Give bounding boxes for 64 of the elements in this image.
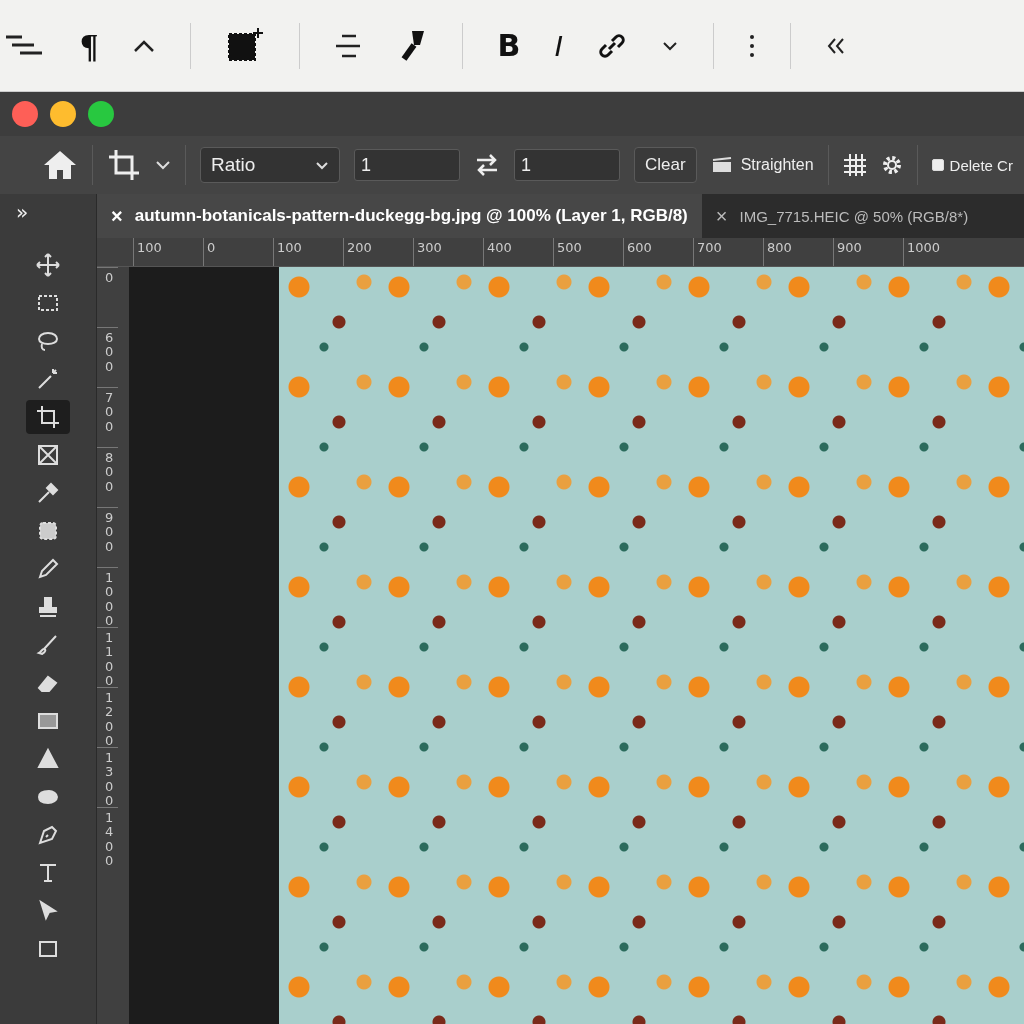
ruler-label: 800	[97, 447, 118, 507]
ruler-label: 1000	[903, 238, 973, 266]
ruler-label: 800	[763, 238, 833, 266]
ruler-label: 500	[553, 238, 623, 266]
more-icon[interactable]	[747, 32, 756, 59]
ruler-label: 1100	[97, 627, 118, 687]
brush-icon	[36, 633, 60, 657]
level-icon	[710, 156, 733, 174]
wand-icon	[36, 367, 60, 391]
bold-button[interactable]: B	[497, 30, 521, 61]
document-tab[interactable]: × autumn-botanicals-pattern-duckegg-bg.jpg @ 100% (Layer 1, RGB/8)	[97, 194, 702, 238]
ruler-label: 600	[623, 238, 693, 266]
height-field[interactable]: 1	[514, 149, 620, 181]
pencil-icon	[36, 557, 60, 581]
ruler-label: 900	[97, 507, 118, 567]
ruler-label: 1200	[97, 687, 118, 747]
ruler-label: 900	[833, 238, 903, 266]
frame-icon	[36, 443, 60, 467]
crop-icon	[36, 405, 60, 429]
swap-icon[interactable]	[474, 153, 500, 177]
eyedropper-icon	[36, 481, 60, 505]
crop-tool-button[interactable]	[26, 400, 70, 434]
ruler-label: 200	[343, 238, 413, 266]
delete-cropped-checkbox[interactable]: Delete Cr	[931, 156, 1017, 174]
triangle-icon	[36, 747, 60, 771]
chevron-down-icon	[315, 160, 329, 170]
close-window-button[interactable]	[12, 101, 38, 127]
ruler-label: 0	[203, 238, 273, 266]
minimize-window-button[interactable]	[50, 101, 76, 127]
tab-title: IMG_7715.HEIC @ 50% (RGB/8*)	[739, 207, 969, 225]
close-tab-button[interactable]: ×	[715, 204, 728, 228]
patch-icon	[36, 519, 60, 543]
ruler-label: 700	[97, 387, 118, 447]
tab-title: autumn-botanicals-pattern-duckegg-bg.jpg @ 100% (Layer 1, RGB/8)	[134, 206, 688, 226]
close-tab-button[interactable]: ×	[111, 204, 123, 228]
ruler-label: 300	[413, 238, 483, 266]
ruler-label: 100	[273, 238, 343, 266]
ruler-label: 100	[133, 238, 203, 266]
width-field[interactable]: 1	[354, 149, 460, 181]
paragraph-button[interactable]: ¶	[80, 28, 99, 63]
ruler-label: 1000	[97, 567, 118, 627]
move-icon	[36, 253, 60, 277]
crop-icon[interactable]	[107, 148, 141, 182]
chevron-down-icon[interactable]	[660, 39, 679, 52]
ruler-label: 600	[97, 327, 118, 387]
pointer-icon	[36, 899, 60, 923]
ruler-label: 0	[97, 267, 118, 327]
ruler-label: 400	[483, 238, 553, 266]
ruler-label: 1400	[97, 807, 118, 867]
italic-button[interactable]: I	[554, 30, 563, 61]
lasso-icon	[36, 329, 60, 353]
grid-icon[interactable]	[842, 153, 867, 177]
chevron-down-icon[interactable]	[155, 160, 171, 170]
home-icon[interactable]	[42, 149, 78, 181]
ratio-dropdown[interactable]: Ratio	[200, 147, 340, 183]
clear-button[interactable]: Clear	[634, 147, 697, 183]
expand-panel-button[interactable]: »	[0, 200, 29, 224]
stamp-icon	[36, 595, 60, 619]
zoom-window-button[interactable]	[88, 101, 114, 127]
settings-icon[interactable]	[880, 154, 903, 176]
pen-icon	[36, 823, 60, 847]
straighten-button[interactable]: Straighten	[710, 156, 814, 174]
ruler-label: 700	[693, 238, 763, 266]
ruler-label: 1300	[97, 747, 118, 807]
